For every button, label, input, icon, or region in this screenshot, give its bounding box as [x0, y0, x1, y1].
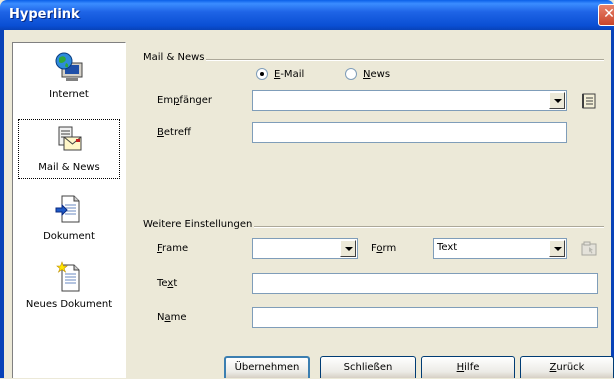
close-dialog-button[interactable]: Schließen: [320, 356, 416, 378]
form-label: Form: [371, 243, 397, 254]
globe-computer-icon: [55, 52, 83, 81]
form-combobox[interactable]: Text: [433, 238, 567, 259]
recipient-combobox[interactable]: [252, 90, 567, 111]
close-button[interactable]: ✕: [598, 4, 614, 26]
group-divider: [254, 226, 604, 228]
nav-item-label: Neues Dokument: [25, 299, 113, 310]
help-button[interactable]: Hilfe: [421, 356, 515, 378]
address-book-icon: [582, 93, 596, 109]
mail-news-group-title: Mail & News: [143, 52, 205, 63]
nav-item-mail-news[interactable]: Mail & News: [15, 119, 123, 179]
hyperlink-type-list: Internet Mail & News Dokument Neues Doku…: [12, 42, 126, 378]
window-title: Hyperlink: [9, 7, 80, 22]
frame-dropdown-button[interactable]: [340, 240, 356, 257]
nav-item-internet[interactable]: Internet: [15, 51, 123, 100]
text-input[interactable]: [252, 273, 598, 294]
recipient-dropdown-button[interactable]: [549, 92, 565, 109]
nav-item-label: Internet: [49, 89, 89, 100]
nav-item-document[interactable]: Dokument: [15, 193, 123, 242]
news-radio-label: News: [363, 68, 391, 80]
nav-item-label: Mail & News: [38, 162, 100, 173]
window-frame-left: [0, 30, 4, 378]
document-icon: [55, 195, 80, 223]
email-radio-dot[interactable]: [256, 68, 268, 80]
back-button[interactable]: Zurück: [520, 356, 614, 378]
name-label: Name: [157, 312, 187, 323]
new-document-icon: [56, 261, 80, 292]
address-book-button[interactable]: [578, 90, 600, 112]
close-icon: ✕: [603, 6, 614, 22]
news-radio-dot[interactable]: [345, 68, 357, 80]
subject-label: Betreff: [157, 127, 191, 138]
frame-combobox[interactable]: [252, 238, 358, 259]
news-radio[interactable]: News: [345, 68, 390, 80]
title-bar: Hyperlink ✕: [0, 0, 614, 30]
events-button[interactable]: [578, 238, 600, 260]
recipient-label: Empfänger: [157, 95, 213, 106]
apply-button[interactable]: Übernehmen: [224, 356, 310, 378]
text-label: Text: [157, 278, 178, 289]
nav-item-label: Dokument: [43, 231, 95, 242]
frame-label: Frame: [157, 243, 189, 254]
nav-item-new-document[interactable]: Neues Dokument: [15, 261, 123, 310]
mail-news-icon: [58, 126, 82, 151]
email-radio-label: E-Mail: [274, 68, 305, 80]
events-icon: [581, 241, 597, 256]
further-settings-group-title: Weitere Einstellungen: [143, 219, 253, 230]
name-input[interactable]: [252, 307, 598, 328]
subject-input[interactable]: [252, 122, 567, 143]
group-divider: [206, 59, 604, 61]
email-radio[interactable]: E-Mail: [256, 68, 304, 80]
form-dropdown-button[interactable]: [549, 240, 565, 257]
form-value: Text: [437, 242, 458, 253]
